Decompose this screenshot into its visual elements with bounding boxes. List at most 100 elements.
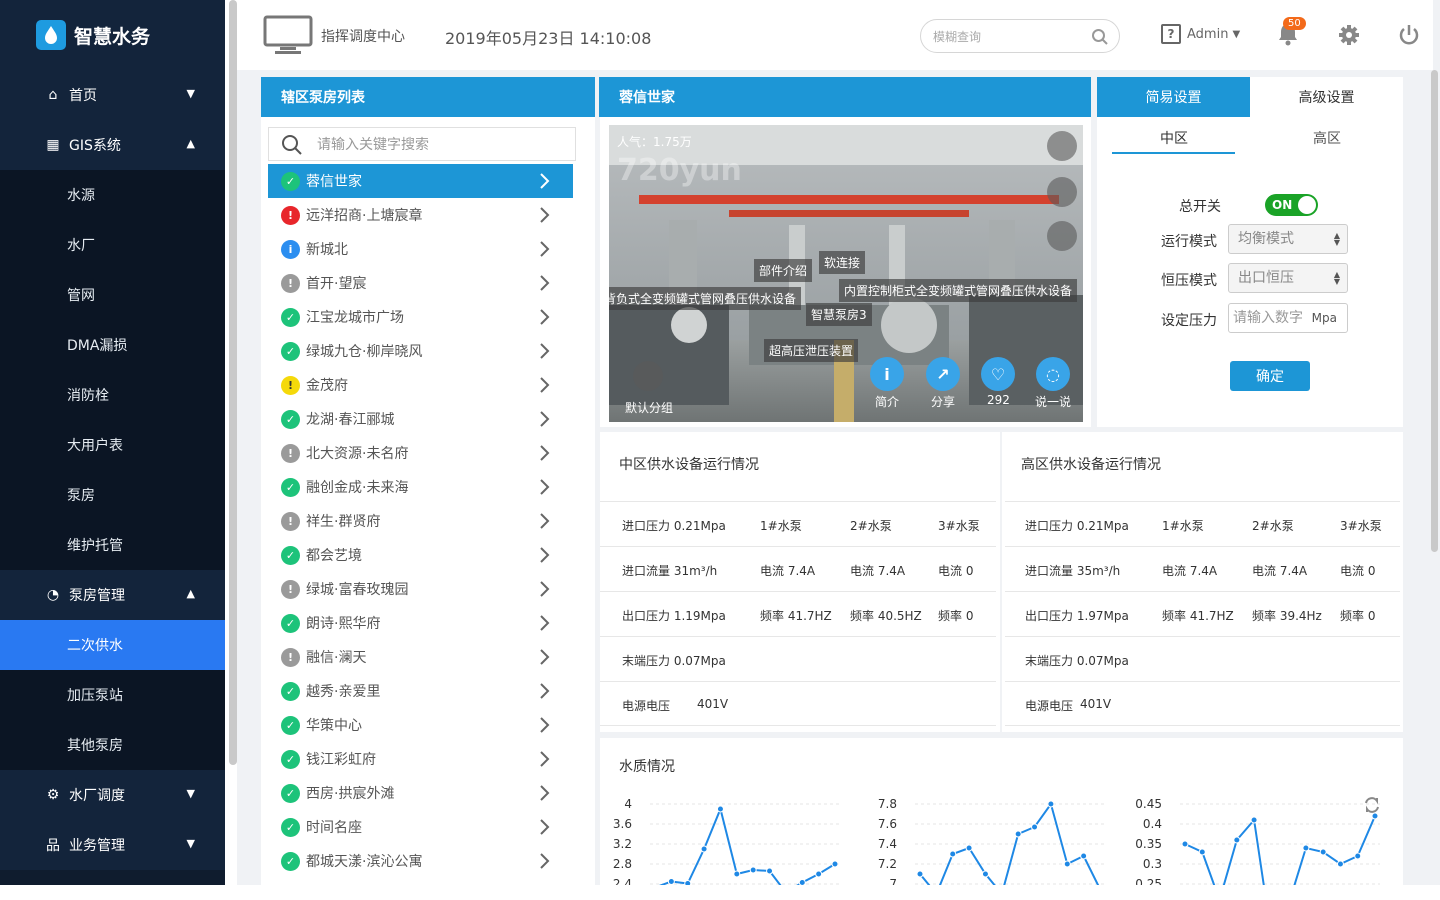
station-search-input[interactable]: 请输入关键字搜索	[268, 127, 576, 161]
confirm-button[interactable]: 确定	[1230, 361, 1310, 391]
hotspot-label[interactable]: 软连接	[819, 251, 866, 274]
data-point[interactable]	[766, 867, 774, 875]
data-point[interactable]	[1080, 852, 1088, 860]
sidebar-item-pump-room[interactable]: 泵房	[0, 470, 225, 520]
station-list-item[interactable]: ✓ 时间名座	[268, 810, 573, 844]
zone-tab-high[interactable]: 高区	[1313, 128, 1341, 148]
station-list-item[interactable]: ! 首开·望宸	[268, 266, 573, 300]
music-icon[interactable]	[1047, 177, 1077, 207]
hotspot-label[interactable]: 背负式全变频罐式管网叠压供水设备	[609, 287, 802, 310]
data-point[interactable]	[798, 879, 806, 886]
share-icon[interactable]: ↗	[926, 357, 960, 391]
station-list-item[interactable]: ✓ 钱江彩虹府	[268, 742, 573, 776]
station-list-item[interactable]: ! 融信·澜天	[268, 640, 573, 674]
station-list-item[interactable]: ! 北大资源·未名府	[268, 436, 573, 470]
search-icon[interactable]	[1091, 28, 1109, 46]
data-point[interactable]	[733, 870, 741, 878]
data-point[interactable]	[652, 884, 658, 886]
data-point[interactable]	[1181, 840, 1189, 848]
sidebar-item-other-pump[interactable]: 其他泵房	[0, 720, 225, 770]
data-point[interactable]	[981, 870, 989, 878]
station-list-item[interactable]: ! 远洋招商·上塘宸章	[268, 198, 573, 232]
content-scrollbar[interactable]	[1431, 70, 1438, 552]
app-logo[interactable]: 智慧水务	[0, 0, 225, 70]
station-list-item[interactable]: ✓ 越秀·亲爱里	[268, 674, 573, 708]
data-point[interactable]	[1047, 800, 1055, 808]
station-list-item[interactable]: ✓ 绿城九仓·柳岸晓风	[268, 334, 573, 368]
tab-advanced-settings[interactable]: 高级设置	[1250, 77, 1403, 117]
data-point[interactable]	[1354, 852, 1362, 860]
data-point[interactable]	[949, 850, 957, 858]
global-search-input[interactable]: 模糊查询	[920, 19, 1120, 53]
data-point[interactable]	[1014, 830, 1022, 838]
station-list-item[interactable]: ✓ 都会艺境	[268, 538, 573, 572]
info-icon[interactable]: i	[870, 357, 904, 391]
sidebar-item-hydrant[interactable]: 消防栓	[0, 370, 225, 420]
sidebar-item-water-source[interactable]: 水源	[0, 170, 225, 220]
data-point[interactable]	[1371, 812, 1379, 820]
station-list-item[interactable]: ✓ 朗诗·熙华府	[268, 606, 573, 640]
nav-plant-dispatch[interactable]: ⚙ 水厂调度 ▼	[0, 770, 225, 820]
sidebar-item-maintenance[interactable]: 维护托管	[0, 520, 225, 570]
data-point[interactable]	[684, 880, 692, 886]
master-switch-toggle[interactable]: ON	[1265, 194, 1318, 216]
station-list-item[interactable]: ✓ 融创金成·未来海	[268, 470, 573, 504]
station-list-item[interactable]: ! 金茂府	[268, 368, 573, 402]
data-point[interactable]	[716, 805, 724, 813]
pressure-input[interactable]: 请输入数字 Mpa	[1228, 303, 1348, 333]
sidebar-item-booster-station[interactable]: 加压泵站	[0, 670, 225, 720]
data-point[interactable]	[965, 844, 973, 852]
station-list-item[interactable]: ! 祥生·群贤府	[268, 504, 573, 538]
data-point[interactable]	[1319, 848, 1327, 856]
station-list-item[interactable]: ✓ 蓉信世家	[268, 164, 573, 198]
data-point[interactable]	[815, 870, 823, 878]
station-list-item[interactable]: i 新城北	[268, 232, 573, 266]
data-point[interactable]	[1233, 836, 1241, 844]
table-cell: 进口流量 35m³/h	[1025, 564, 1121, 578]
data-point[interactable]	[667, 878, 675, 885]
data-point[interactable]	[831, 860, 839, 868]
nav-pump-management[interactable]: ◔ 泵房管理 ▲	[0, 570, 225, 620]
data-point[interactable]	[749, 866, 757, 874]
sidebar-item-dma-leak[interactable]: DMA漏损	[0, 320, 225, 370]
station-list-item[interactable]: ✓ 龙湖·春江郦城	[268, 402, 573, 436]
run-mode-select[interactable]: 均衡模式 ▲ ▼	[1228, 224, 1348, 254]
hotspot-label[interactable]: 智慧泵房3	[806, 303, 872, 326]
data-point[interactable]	[1336, 860, 1344, 868]
data-point[interactable]	[1250, 816, 1258, 824]
fullscreen-icon[interactable]	[1047, 131, 1077, 161]
power-icon[interactable]	[1398, 24, 1420, 46]
sidebar-item-water-plant[interactable]: 水厂	[0, 220, 225, 270]
sidebar-scrollbar[interactable]	[229, 0, 237, 765]
nav-home[interactable]: ⌂ 首页 ▼	[0, 70, 225, 120]
data-point[interactable]	[700, 845, 708, 853]
const-mode-select[interactable]: 出口恒压 ▲ ▼	[1228, 263, 1348, 293]
data-point[interactable]	[1031, 823, 1039, 831]
station-list-item[interactable]: ✓ 都城天漾·滨沁公寓	[268, 844, 573, 878]
vr-icon[interactable]	[1047, 221, 1077, 251]
station-list-item[interactable]: ✓ 西房·拱宸外滩	[268, 776, 573, 810]
nav-gis[interactable]: ▦ GIS系统 ▲	[0, 120, 225, 170]
station-list-item[interactable]: ! 绿城·富春玫瑰园	[268, 572, 573, 606]
hotspot-label[interactable]: 部件介绍	[754, 259, 813, 282]
sidebar-item-secondary-supply[interactable]: 二次供水	[0, 620, 225, 670]
hotspot-label[interactable]: 超高压泄压装置	[764, 339, 859, 362]
station-list-item[interactable]: ✓ 江宝龙城市广场	[268, 300, 573, 334]
thumbs-up-icon[interactable]: ♡	[981, 357, 1015, 391]
station-list-item[interactable]: ✓ 华策中心	[268, 708, 573, 742]
tab-simple-settings[interactable]: 简易设置	[1097, 77, 1250, 117]
group-icon[interactable]	[633, 361, 663, 391]
settings-gear-icon[interactable]	[1338, 24, 1360, 46]
user-menu[interactable]: ? Admin ▼	[1161, 24, 1240, 44]
data-point[interactable]	[1198, 848, 1206, 856]
sidebar-item-large-meter[interactable]: 大用户表	[0, 420, 225, 470]
data-point[interactable]	[1302, 844, 1310, 852]
data-point[interactable]	[1063, 860, 1071, 868]
data-point[interactable]	[916, 870, 924, 878]
comment-icon[interactable]: ◌	[1036, 357, 1070, 391]
zone-tab-mid[interactable]: 中区	[1160, 128, 1188, 148]
nav-business[interactable]: 品 业务管理 ▼	[0, 820, 225, 870]
hotspot-label[interactable]: 内置控制柜式全变频罐式管网叠压供水设备	[839, 279, 1078, 302]
panorama-viewer[interactable]: 人气：1.75万 720yun 部件介绍 软连接 背负式全变频罐式管网叠压供水设…	[609, 125, 1083, 422]
sidebar-item-pipe-network[interactable]: 管网	[0, 270, 225, 320]
